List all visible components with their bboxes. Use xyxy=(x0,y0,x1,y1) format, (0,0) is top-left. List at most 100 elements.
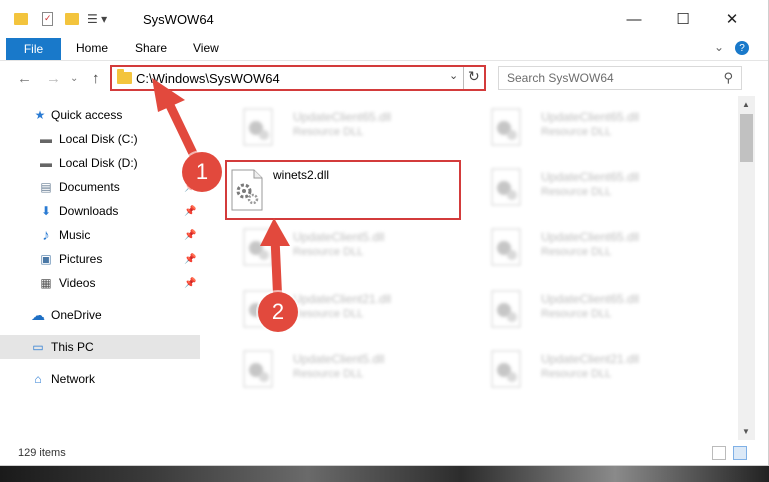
maximize-button[interactable]: ☐ xyxy=(660,0,706,38)
file-name: UpdateClient5.dll xyxy=(293,230,385,244)
sidebar-item-downloads[interactable]: ⬇ Downloads 📌 xyxy=(0,199,200,223)
sidebar-item-label: This PC xyxy=(51,340,94,354)
tab-home[interactable]: Home xyxy=(76,41,108,55)
title-bar: ✓ ☰ ▾ SysWOW64 — ☐ ✕ xyxy=(0,0,768,38)
sidebar-item-label: Downloads xyxy=(59,204,119,218)
sidebar-item-this-pc[interactable]: ▭ This PC xyxy=(0,335,200,359)
network-icon: ⌂ xyxy=(34,372,42,386)
file-explorer-window: ✓ ☰ ▾ SysWOW64 — ☐ ✕ File Home Share Vie… xyxy=(0,0,769,466)
file-name: UpdateClient21.dll xyxy=(293,292,392,306)
file-item[interactable]: UpdateClient5.dll Resource DLL xyxy=(225,342,455,394)
file-description: Resource DLL xyxy=(541,126,612,138)
sidebar-item-label: Quick access xyxy=(51,108,123,122)
sidebar-item-label: Local Disk (C:) xyxy=(59,132,138,146)
sidebar-item-label: Music xyxy=(59,228,91,242)
up-button[interactable]: ↑ xyxy=(92,70,100,87)
tab-view[interactable]: View xyxy=(193,41,219,55)
refresh-button[interactable]: ↻ xyxy=(468,68,480,85)
address-dropdown-icon[interactable]: ⌄ xyxy=(449,69,458,82)
file-name: UpdateClient65.dll xyxy=(541,110,640,124)
new-folder-icon[interactable] xyxy=(65,13,79,25)
sidebar-item-label: Network xyxy=(51,372,96,386)
file-item[interactable]: UpdateClient5.dll Resource DLL xyxy=(225,220,455,272)
forward-button[interactable]: → xyxy=(46,70,61,87)
sidebar-item-local-disk-c[interactable]: ▬ Local Disk (C:) xyxy=(0,127,200,151)
download-icon: ⬇ xyxy=(40,204,52,218)
pin-icon[interactable]: 📌 xyxy=(184,254,196,265)
sidebar-item-label: Pictures xyxy=(59,252,103,266)
close-button[interactable]: ✕ xyxy=(709,0,755,38)
dll-file-icon xyxy=(491,290,521,328)
address-divider xyxy=(463,67,464,89)
videos-icon: ▦ xyxy=(40,276,52,290)
minimize-button[interactable]: — xyxy=(611,0,657,38)
star-icon: ★ xyxy=(34,108,46,122)
cloud-icon: ☁ xyxy=(31,306,45,323)
pin-icon[interactable]: 📌 xyxy=(184,230,196,241)
quick-access-toolbar: ✓ ☰ ▾ xyxy=(14,10,107,28)
dll-file-icon xyxy=(491,108,521,146)
search-input[interactable]: Search SysWOW64 xyxy=(507,71,614,85)
address-bar[interactable]: C:\Windows\SysWOW64 ⌄ ↻ xyxy=(110,65,486,91)
dll-file-icon xyxy=(243,228,273,266)
sidebar-item-quick-access[interactable]: ★ Quick access xyxy=(0,103,200,127)
desktop-background xyxy=(0,465,769,482)
item-count: 129 items xyxy=(18,447,66,459)
scroll-up-icon[interactable]: ▲ xyxy=(742,100,750,109)
step-2-badge: 2 xyxy=(258,292,298,332)
file-description: Resource DLL xyxy=(293,368,364,380)
search-icon[interactable]: ⚲ xyxy=(723,70,733,86)
sidebar-item-documents[interactable]: ▤ Documents 📌 xyxy=(0,175,200,199)
target-file-highlight[interactable]: winets2.dll xyxy=(225,160,461,220)
scrollbar-thumb[interactable] xyxy=(740,114,753,162)
navigation-pane: ★ Quick access ▬ Local Disk (C:) ▬ Local… xyxy=(0,96,205,436)
file-item[interactable]: UpdateClient65.dll Resource DLL xyxy=(473,100,703,152)
tab-file[interactable]: File xyxy=(6,38,61,60)
drive-icon: ▬ xyxy=(40,156,52,170)
sidebar-item-label: Local Disk (D:) xyxy=(59,156,138,170)
dll-file-icon xyxy=(491,350,521,388)
file-item[interactable]: UpdateClient21.dll Resource DLL xyxy=(473,342,703,394)
properties-icon[interactable]: ✓ xyxy=(42,12,53,26)
pin-icon[interactable]: 📌 xyxy=(184,278,196,289)
file-description: Resource DLL xyxy=(293,126,364,138)
dll-file-icon xyxy=(491,228,521,266)
address-row: ← → ⌄ ↑ C:\Windows\SysWOW64 ⌄ ↻ Search S… xyxy=(0,61,768,95)
sidebar-item-local-disk-d[interactable]: ▬ Local Disk (D:) 📌 xyxy=(0,151,200,175)
details-view-icon[interactable] xyxy=(712,446,726,460)
drive-icon: ▬ xyxy=(40,132,52,146)
file-name: UpdateClient65.dll xyxy=(293,110,392,124)
ribbon-collapse-icon[interactable]: ⌄ xyxy=(714,40,724,54)
vertical-scrollbar[interactable]: ▲ ▼ xyxy=(738,96,755,440)
folder-icon[interactable] xyxy=(14,13,28,25)
file-description: Resource DLL xyxy=(541,368,612,380)
pin-icon[interactable]: 📌 xyxy=(184,206,196,217)
file-item[interactable]: UpdateClient65.dll Resource DLL xyxy=(225,100,455,152)
back-button[interactable]: ← xyxy=(17,70,32,87)
sidebar-item-network[interactable]: ⌂ Network xyxy=(0,367,200,391)
address-path[interactable]: C:\Windows\SysWOW64 xyxy=(136,71,280,86)
file-item[interactable]: UpdateClient65.dll Resource DLL xyxy=(473,160,703,212)
file-name: winets2.dll xyxy=(273,168,330,182)
help-icon[interactable]: ? xyxy=(735,41,749,55)
file-name: UpdateClient21.dll xyxy=(541,352,640,366)
file-description: Resource DLL xyxy=(541,308,612,320)
large-icons-view-icon[interactable] xyxy=(733,446,747,460)
sidebar-item-label: Documents xyxy=(59,180,120,194)
sidebar-item-label: OneDrive xyxy=(51,308,102,322)
sidebar-item-videos[interactable]: ▦ Videos 📌 xyxy=(0,271,200,295)
dll-file-icon xyxy=(243,350,273,388)
sidebar-item-onedrive[interactable]: ☁ OneDrive xyxy=(0,303,200,327)
sidebar-item-music[interactable]: ♪ Music 📌 xyxy=(0,223,200,247)
tab-share[interactable]: Share xyxy=(135,41,167,55)
ribbon-tabs: File Home Share View ⌄ ? xyxy=(0,38,768,61)
sidebar-item-label: Videos xyxy=(59,276,96,290)
scroll-down-icon[interactable]: ▼ xyxy=(742,427,750,436)
file-item[interactable]: UpdateClient65.dll Resource DLL xyxy=(473,282,703,334)
sidebar-item-pictures[interactable]: ▣ Pictures 📌 xyxy=(0,247,200,271)
recent-locations-button[interactable]: ⌄ xyxy=(70,73,78,84)
status-bar: 129 items xyxy=(0,443,768,465)
file-item[interactable]: UpdateClient65.dll Resource DLL xyxy=(473,220,703,272)
search-box[interactable]: Search SysWOW64 ⚲ xyxy=(498,66,742,90)
customize-toolbar-icon[interactable]: ☰ ▾ xyxy=(87,12,107,26)
